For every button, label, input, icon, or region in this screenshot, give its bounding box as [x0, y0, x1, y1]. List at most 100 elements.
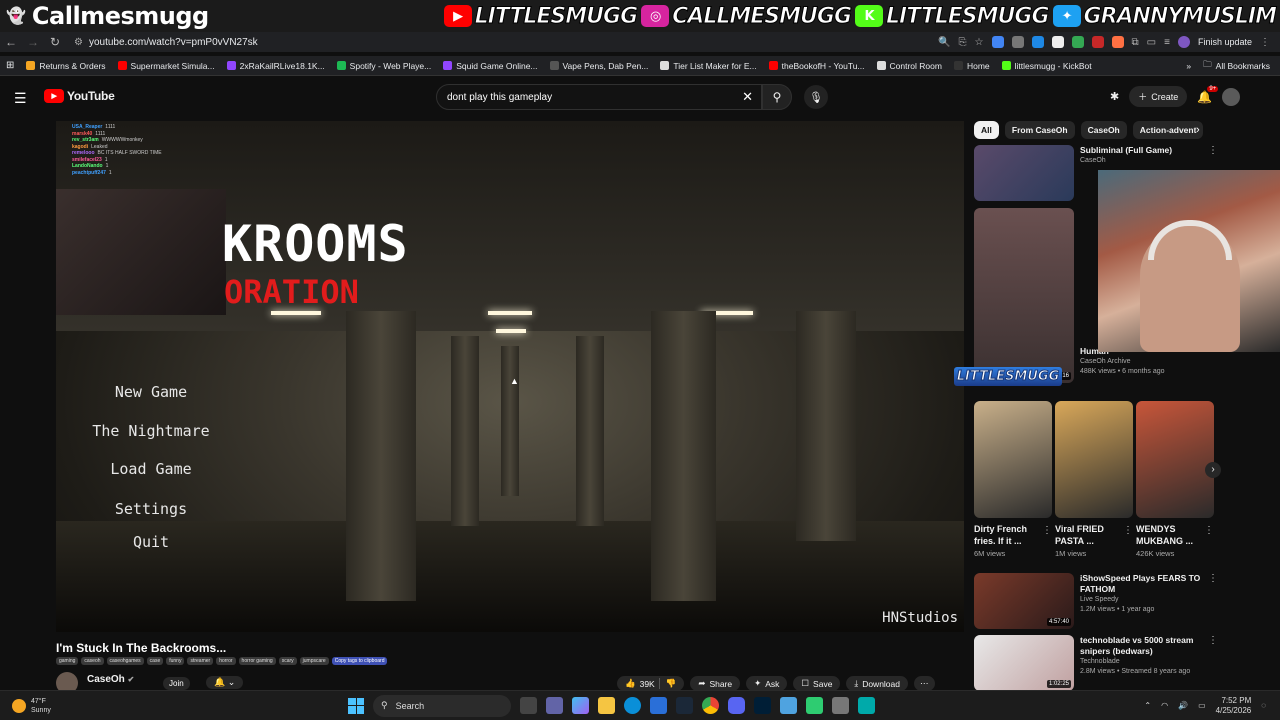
task-view-icon[interactable] [520, 697, 537, 714]
tag-chip[interactable]: case [146, 657, 164, 665]
ai-sparkle-icon[interactable]: ✱ [1110, 90, 1119, 103]
extension-icon[interactable] [1051, 36, 1064, 48]
cast-icon[interactable]: ⎘ [959, 37, 967, 48]
short-thumbnail[interactable] [1136, 401, 1214, 518]
game-menu-item[interactable]: The Nightmare [56, 422, 246, 440]
notepad-icon[interactable] [780, 697, 797, 714]
app-icon[interactable] [832, 697, 849, 714]
search-button[interactable]: ⚲ [762, 84, 792, 110]
save-button[interactable]: ☐ Save [793, 676, 841, 691]
video-thumbnail[interactable] [974, 145, 1074, 201]
game-menu-item[interactable]: Settings [56, 500, 246, 518]
filter-chip[interactable]: All [974, 121, 999, 139]
more-actions-button[interactable]: ⋯ [914, 676, 935, 691]
chips-next-icon[interactable]: › [1196, 124, 1200, 136]
tag-chip[interactable]: jumpscare [299, 657, 329, 665]
file-explorer-icon[interactable] [598, 697, 615, 714]
game-menu-item[interactable]: Load Game [56, 460, 246, 478]
channel-name[interactable]: CaseOh ✔ [87, 674, 134, 685]
copilot-icon[interactable] [572, 697, 589, 714]
steam-icon[interactable] [676, 697, 693, 714]
windows-start-icon[interactable] [348, 697, 364, 714]
weather-widget[interactable]: 47°F Sunny [0, 697, 330, 715]
more-options-icon[interactable]: ⋮ [1208, 573, 1218, 584]
video-thumbnail[interactable]: 1:02:25 [974, 635, 1074, 691]
photoshop-icon[interactable] [754, 697, 771, 714]
menu-dots-icon[interactable]: ⋮ [1260, 37, 1270, 48]
video-player[interactable]: USA_Reaper 1111 marsk40 1111 rev_str3am WWWWW… [56, 121, 964, 632]
like-button[interactable]: 👍 39K 👎 [617, 676, 685, 691]
more-options-icon[interactable]: ⋮ [1204, 525, 1214, 536]
tag-chip[interactable]: horror [216, 657, 236, 665]
filter-chip[interactable]: CaseOh [1080, 121, 1127, 139]
short-thumbnail[interactable] [1055, 401, 1133, 518]
bookmark-item[interactable]: Returns & Orders [20, 61, 111, 71]
store-icon[interactable] [650, 697, 667, 714]
edge-icon[interactable] [624, 697, 641, 714]
apps-grid-icon[interactable]: ⊞ [0, 60, 20, 71]
chevron-up-icon[interactable]: ⌃ [1144, 701, 1151, 710]
tag-chip[interactable]: caseohgames [106, 657, 144, 665]
zoom-icon[interactable]: 🔍 [938, 37, 950, 48]
tag-chip[interactable]: horror gaming [238, 657, 276, 665]
bookmark-item[interactable]: theBookofH - YouTu... [763, 61, 871, 71]
shorts-next-icon[interactable]: › [1205, 462, 1221, 478]
clock[interactable]: 7:52 PM 4/25/2026 [1216, 696, 1252, 716]
join-button[interactable]: Join [163, 677, 190, 690]
bookmark-item[interactable]: Home [948, 61, 996, 71]
discord-icon[interactable] [728, 697, 745, 714]
tag-chip[interactable]: caseoh [81, 657, 104, 665]
forward-icon[interactable]: → [22, 35, 44, 49]
recommendation-item[interactable]: 4:57:40 iShowSpeed Plays FEARS TO FATHOM L… [974, 573, 1218, 629]
more-options-icon[interactable]: ⋮ [1208, 635, 1218, 646]
tag-chip[interactable]: gaming [56, 657, 79, 665]
reload-icon[interactable]: ↻ [44, 35, 66, 49]
short-thumbnail[interactable] [974, 401, 1052, 518]
back-icon[interactable]: ← [0, 35, 22, 49]
more-options-icon[interactable]: ⋮ [1208, 145, 1218, 156]
tag-chip[interactable]: streamer [187, 657, 214, 665]
short-item[interactable]: WENDYS MUKBANG ... 426K views ⋮ [1136, 401, 1214, 558]
more-options-icon[interactable]: ⋮ [1042, 525, 1052, 536]
bookmark-item[interactable]: Spotify - Web Playe... [331, 61, 438, 71]
bookmark-item[interactable]: Supermarket Simula... [112, 61, 221, 71]
thumbs-down-icon[interactable]: 👎 [658, 678, 676, 689]
filter-chip[interactable]: Action-advent [1132, 121, 1204, 139]
youtube-logo[interactable]: ▶ YouTube [44, 89, 115, 103]
ask-button[interactable]: ✦ Ask [746, 676, 788, 691]
short-item[interactable]: Viral FRIED PASTA ... 1M views ⋮ [1055, 401, 1133, 558]
extension-icon[interactable] [1091, 36, 1104, 48]
extension-icon[interactable] [991, 36, 1004, 48]
battery-icon[interactable]: ▭ [1198, 701, 1206, 710]
short-item[interactable]: Dirty French fries. If it ... 6M views ⋮ [974, 401, 1052, 558]
notifications-button[interactable]: 🔔 9+ [1197, 85, 1219, 104]
subscribed-bell-button[interactable]: 🔔 ⌄ [206, 676, 244, 689]
hamburger-menu-icon[interactable]: ☰ [14, 90, 27, 107]
all-bookmarks-button[interactable]: 🗀 All Bookmarks [1197, 59, 1280, 73]
extension-icon[interactable] [1111, 36, 1124, 48]
video-thumbnail[interactable]: 4:57:40 [974, 573, 1074, 629]
tag-chip[interactable]: scary [278, 657, 297, 665]
bookmark-item[interactable]: Control Room [871, 61, 948, 71]
finish-update-button[interactable]: Finish update [1198, 37, 1252, 47]
create-button[interactable]: ＋ Create [1129, 86, 1188, 107]
filter-chip[interactable]: From CaseOh [1004, 121, 1075, 139]
download-button[interactable]: ⤓ Download [846, 676, 908, 691]
game-menu-item[interactable]: Quit [56, 533, 246, 551]
chrome-icon[interactable] [702, 697, 719, 714]
extension-icon[interactable] [1071, 36, 1084, 48]
profile-avatar[interactable] [1177, 36, 1190, 48]
address-bar[interactable]: ⚙ youtube.com/watch?v=pmP0vVN27sk [74, 37, 258, 48]
app-icon[interactable] [858, 697, 875, 714]
more-bookmarks-icon[interactable]: » [1180, 61, 1197, 71]
search-input[interactable]: dont play this gameplay ✕ [436, 84, 762, 110]
tab-search-icon[interactable]: ≡ [1164, 37, 1170, 48]
extension-icon[interactable] [1011, 36, 1024, 48]
volume-icon[interactable]: 🔊 [1178, 701, 1188, 710]
voice-search-button[interactable]: 🎙 [804, 85, 828, 109]
teams-icon[interactable] [546, 697, 563, 714]
notification-center-icon[interactable]: ◌ [1261, 701, 1266, 710]
tag-chip[interactable]: funny [166, 657, 185, 665]
taskbar-search[interactable]: ⚲ Search [373, 694, 511, 717]
account-avatar[interactable] [1222, 87, 1241, 106]
